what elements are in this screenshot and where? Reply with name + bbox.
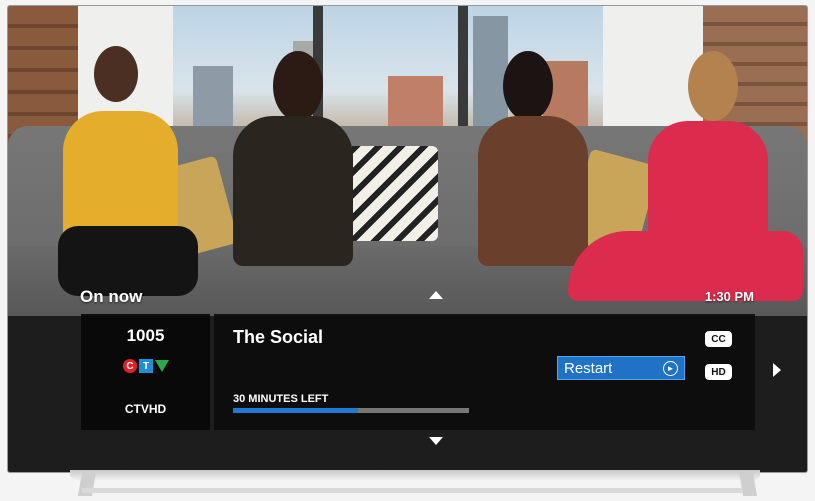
channel-number: 1005 [126, 326, 165, 345]
host-head [273, 51, 323, 121]
pillow [338, 146, 438, 241]
window-frame [458, 6, 468, 146]
host-2 [233, 116, 353, 266]
arrow-right-icon[interactable] [773, 363, 781, 377]
hd-badge: HD [705, 364, 732, 380]
host-head [503, 51, 553, 121]
now-playing-panel: 1005 C T CTVHD The Social 30 MINUTES LEF… [81, 314, 755, 430]
program-info: The Social 30 MINUTES LEFT Restart ► CC … [214, 314, 755, 430]
ctv-logo: C T [123, 359, 169, 373]
logo-letter-c: C [123, 359, 137, 373]
progress-fill [233, 408, 359, 413]
program-title: The Social [233, 327, 324, 347]
host-4-dress [568, 231, 803, 301]
tv-screen: On now 1:30 PM 1005 C T CTVHD The Social… [8, 6, 807, 472]
host-1-legs [58, 226, 198, 296]
logo-v-shape [155, 360, 169, 372]
time-remaining: 30 MINUTES LEFT [233, 393, 329, 405]
restart-label: Restart [564, 359, 613, 377]
tv-base [82, 488, 742, 493]
channel-box[interactable]: 1005 C T CTVHD [81, 314, 210, 430]
wood-wall-left [8, 6, 78, 146]
host-head [94, 46, 138, 102]
host-head [688, 51, 738, 121]
logo-letter-t: T [139, 359, 153, 373]
clock: 1:30 PM [704, 289, 754, 304]
channel-call-sign: CTVHD [124, 402, 167, 416]
restart-button[interactable]: Restart ► [557, 356, 685, 380]
arrow-up-icon[interactable] [429, 291, 443, 299]
logo-v-wrap [155, 359, 169, 373]
arrow-down-icon[interactable] [429, 437, 443, 445]
host-3 [478, 116, 588, 266]
cc-badge: CC [705, 331, 732, 347]
replay-icon: ► [663, 360, 678, 376]
progress-bar [233, 408, 469, 413]
tv-stand [70, 470, 760, 480]
section-label: On now [80, 287, 143, 306]
